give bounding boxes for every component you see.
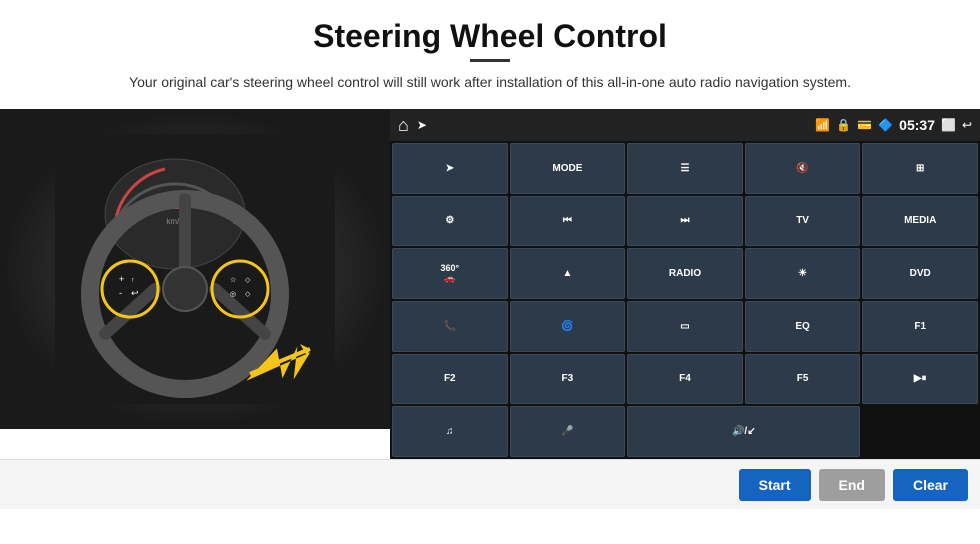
btn-tv[interactable]: TV bbox=[745, 196, 861, 247]
title-divider bbox=[470, 59, 510, 62]
svg-text:◇: ◇ bbox=[245, 277, 251, 284]
btn-f5[interactable]: F5 bbox=[745, 354, 861, 405]
btn-mute[interactable]: 🔇 bbox=[745, 143, 861, 194]
panel-header-right: 📶 🔒 💳 🔷 05:37 ⬜ ↩ bbox=[815, 117, 972, 133]
svg-text:↑: ↑ bbox=[131, 277, 135, 284]
btn-list[interactable]: ☰ bbox=[627, 143, 743, 194]
svg-text:☆: ☆ bbox=[230, 276, 236, 284]
svg-text:-: - bbox=[119, 288, 122, 298]
btn-f1[interactable]: F1 bbox=[862, 301, 978, 352]
back-icon: ↩ bbox=[962, 118, 972, 132]
btn-eject[interactable]: ▲ bbox=[510, 248, 626, 299]
steering-wheel-image: 120 km/h + - ↑ bbox=[0, 109, 390, 429]
time-display: 05:37 bbox=[899, 117, 935, 133]
svg-text:↩: ↩ bbox=[131, 288, 139, 298]
page-subtitle: Your original car's steering wheel contr… bbox=[0, 72, 980, 93]
end-button[interactable]: End bbox=[819, 469, 885, 501]
btn-prev[interactable]: ⏮ bbox=[510, 196, 626, 247]
cast-icon: ⬜ bbox=[941, 118, 956, 132]
panel-header: ⌂ ➤ 📶 🔒 💳 🔷 05:37 ⬜ ↩ bbox=[390, 109, 980, 141]
svg-text:◇: ◇ bbox=[245, 291, 251, 298]
panel-grid: ➤ MODE ☰ 🔇 ⊞ ⚙ ⏮ ⏭ TV MEDIA 360°🚗 ▲ RADI… bbox=[390, 141, 980, 459]
sd-icon: 💳 bbox=[857, 118, 872, 132]
btn-settings[interactable]: ⚙ bbox=[392, 196, 508, 247]
btn-next[interactable]: ⏭ bbox=[627, 196, 743, 247]
btn-nav[interactable]: 🌀 bbox=[510, 301, 626, 352]
btn-music[interactable]: ♫ bbox=[392, 406, 508, 457]
bluetooth-icon: 🔷 bbox=[878, 118, 893, 132]
btn-mode[interactable]: MODE bbox=[510, 143, 626, 194]
control-panel: ⌂ ➤ 📶 🔒 💳 🔷 05:37 ⬜ ↩ ➤ MODE ☰ 🔇 ⊞ ⚙ bbox=[390, 109, 980, 459]
btn-brightness[interactable]: ☀ bbox=[745, 248, 861, 299]
content-area: 120 km/h + - ↑ bbox=[0, 109, 980, 459]
btn-f3[interactable]: F3 bbox=[510, 354, 626, 405]
lock-icon: 🔒 bbox=[836, 118, 851, 132]
page-title: Steering Wheel Control bbox=[0, 0, 980, 59]
btn-playpause[interactable]: ▶⏸ bbox=[862, 354, 978, 405]
btn-360[interactable]: 360°🚗 bbox=[392, 248, 508, 299]
btn-f2[interactable]: F2 bbox=[392, 354, 508, 405]
bottom-bar: Start End Clear bbox=[0, 459, 980, 509]
clear-button[interactable]: Clear bbox=[893, 469, 968, 501]
btn-eq[interactable]: EQ bbox=[745, 301, 861, 352]
btn-navigate[interactable]: ➤ bbox=[392, 143, 508, 194]
btn-mic[interactable]: 🎤 bbox=[510, 406, 626, 457]
panel-header-left: ⌂ ➤ bbox=[398, 115, 427, 136]
svg-text:◎: ◎ bbox=[230, 291, 236, 298]
btn-f4[interactable]: F4 bbox=[627, 354, 743, 405]
btn-radio[interactable]: RADIO bbox=[627, 248, 743, 299]
start-button[interactable]: Start bbox=[739, 469, 811, 501]
btn-dvd[interactable]: DVD bbox=[862, 248, 978, 299]
btn-media[interactable]: MEDIA bbox=[862, 196, 978, 247]
btn-screen[interactable]: ▭ bbox=[627, 301, 743, 352]
btn-apps[interactable]: ⊞ bbox=[862, 143, 978, 194]
svg-text:+: + bbox=[119, 274, 124, 284]
home-icon: ⌂ bbox=[398, 115, 409, 136]
send-icon: ➤ bbox=[417, 118, 427, 132]
btn-phone[interactable]: 📞 bbox=[392, 301, 508, 352]
btn-volume-call[interactable]: 🔊/↙ bbox=[627, 406, 860, 457]
wifi-icon: 📶 bbox=[815, 118, 830, 132]
